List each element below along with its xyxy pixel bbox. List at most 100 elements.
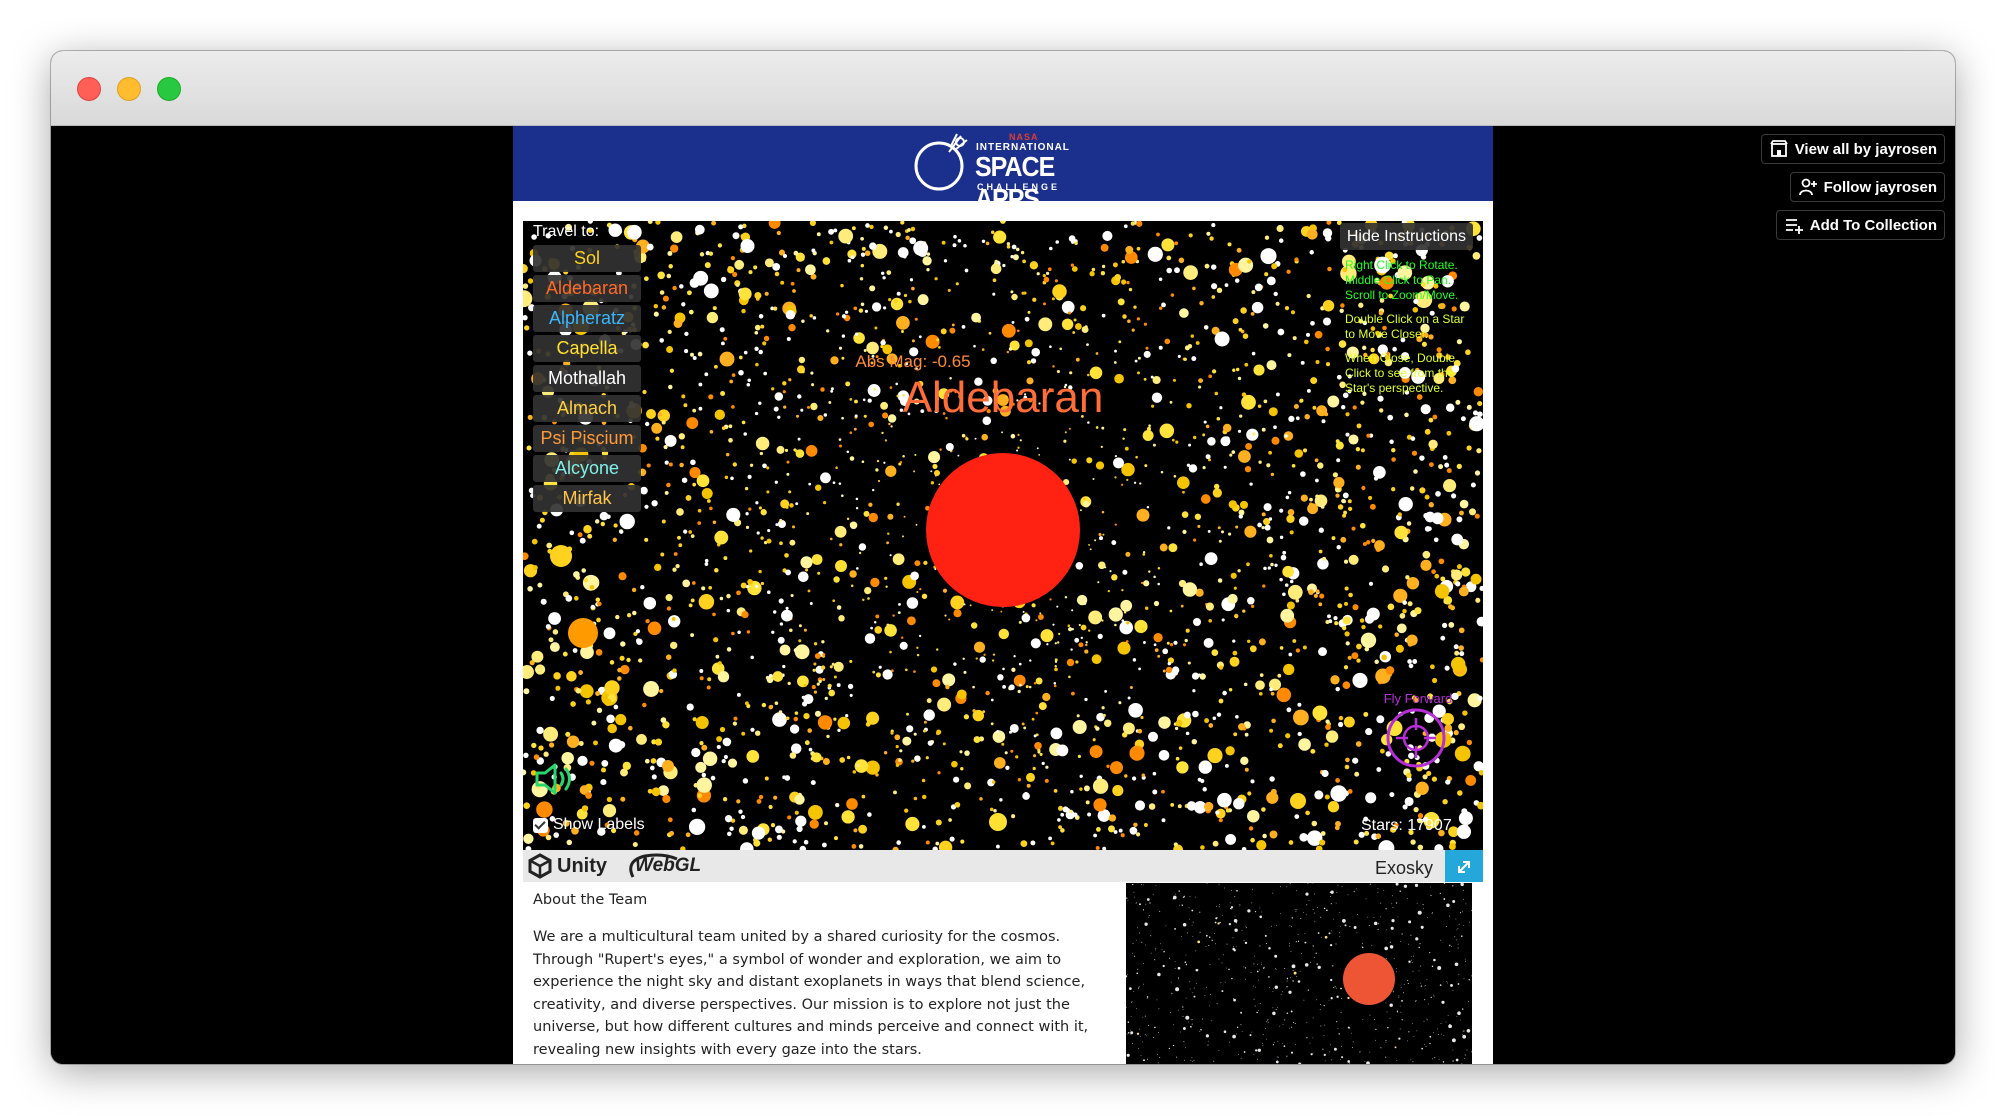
background-star: [606, 714, 615, 724]
thumbnail-star: [1361, 942, 1363, 944]
background-star: [1158, 716, 1171, 729]
background-star: [562, 651, 568, 657]
background-star: [906, 712, 909, 716]
travel-button-mothallah[interactable]: Mothallah: [533, 365, 641, 392]
background-star: [833, 661, 844, 672]
thumbnail-star: [1191, 1023, 1193, 1025]
close-window-button[interactable]: [77, 77, 101, 101]
background-star: [1435, 491, 1441, 497]
minimize-window-button[interactable]: [117, 77, 141, 101]
background-star: [701, 744, 708, 751]
thumbnail-star: [1205, 1034, 1209, 1038]
background-star: [728, 437, 733, 443]
background-star: [1209, 236, 1214, 241]
travel-button-mirfak[interactable]: Mirfak: [533, 485, 641, 512]
background-star: [697, 521, 702, 525]
background-star: [1017, 689, 1021, 694]
thumbnail-star: [1233, 998, 1236, 1002]
background-star: [1182, 643, 1187, 647]
background-star: [979, 797, 983, 801]
fullscreen-button[interactable]: [1445, 850, 1483, 882]
thumbnail-star: [1342, 919, 1346, 923]
hide-instructions-button[interactable]: Hide Instructions: [1339, 223, 1473, 250]
selected-star-aldebaran[interactable]: [926, 453, 1080, 607]
background-star: [835, 803, 840, 807]
travel-button-alpheratz[interactable]: Alpheratz: [533, 305, 641, 332]
thumbnail-star: [1132, 883, 1134, 886]
background-star: [849, 659, 853, 663]
maximize-window-button[interactable]: [157, 77, 181, 101]
background-star: [651, 422, 663, 434]
background-star: [981, 239, 986, 244]
background-star: [1347, 506, 1353, 512]
background-star: [918, 634, 922, 638]
thumbnail-star: [1231, 908, 1233, 910]
background-star: [975, 657, 978, 660]
background-star: [964, 268, 969, 273]
background-star: [688, 309, 694, 315]
background-star: [1002, 263, 1006, 268]
background-star: [1185, 628, 1190, 633]
background-star: [1356, 658, 1361, 663]
background-star: [844, 310, 849, 314]
background-star: [651, 774, 657, 780]
add-to-collection-button[interactable]: Add To Collection: [1775, 210, 1945, 240]
background-star: [858, 543, 867, 551]
fly-forward-crosshair-icon[interactable]: [1385, 707, 1447, 769]
background-star: [1457, 790, 1463, 796]
thumbnail-star: [1135, 903, 1137, 904]
background-star: [1171, 438, 1175, 442]
background-star: [1147, 246, 1163, 262]
background-star: [1434, 573, 1440, 579]
background-star: [1162, 648, 1169, 655]
travel-button-sol[interactable]: Sol: [533, 245, 641, 272]
thumbnail-star: [1213, 1060, 1215, 1062]
travel-button-psi-piscium[interactable]: Psi Piscium: [533, 425, 641, 452]
speaker-icon[interactable]: [533, 761, 579, 797]
background-star: [1225, 746, 1235, 756]
screenshot-thumbnail[interactable]: [1126, 883, 1472, 1064]
thumbnail-star: [1216, 1002, 1218, 1004]
follow-button[interactable]: Follow jayrosen: [1789, 172, 1945, 202]
background-star: [775, 825, 783, 834]
background-star: [1095, 461, 1105, 470]
show-labels-checkbox[interactable]: [533, 817, 548, 833]
thumbnail-star: [1323, 1005, 1325, 1007]
travel-button-almach[interactable]: Almach: [533, 395, 641, 422]
thumbnail-star: [1178, 977, 1180, 979]
background-star: [1407, 659, 1412, 664]
view-all-button[interactable]: View all by jayrosen: [1760, 134, 1945, 164]
travel-button-alcyone[interactable]: Alcyone: [533, 455, 641, 482]
background-star: [1060, 812, 1065, 817]
unity-game-canvas[interactable]: Travel to: Sol Aldebaran Alpheratz Capella M…: [523, 221, 1483, 850]
background-star: [935, 841, 940, 846]
background-star: [938, 840, 953, 850]
background-star: [873, 620, 877, 624]
background-star: [1330, 675, 1340, 685]
thumbnail-starfield: [1126, 883, 1472, 1064]
thumbnail-star: [1191, 909, 1194, 912]
thumbnail-star: [1454, 962, 1459, 967]
travel-button-capella[interactable]: Capella: [533, 335, 641, 362]
background-star: [709, 506, 713, 511]
background-star: [1191, 672, 1200, 680]
background-star: [1402, 608, 1407, 614]
thumbnail-star: [1219, 904, 1221, 905]
travel-button-aldebaran[interactable]: Aldebaran: [533, 275, 641, 302]
thumbnail-star: [1462, 1034, 1467, 1039]
background-star: [885, 465, 897, 477]
background-star: [596, 617, 601, 623]
background-star: [1174, 267, 1180, 274]
thumbnail-star: [1243, 966, 1245, 968]
thumbnail-star: [1127, 900, 1129, 902]
background-star: [1142, 641, 1146, 644]
background-star: [1052, 623, 1055, 626]
background-star: [993, 809, 997, 813]
background-star: [1397, 512, 1402, 517]
thumbnail-star: [1258, 969, 1260, 971]
background-star: [730, 476, 734, 481]
show-labels-toggle[interactable]: Show Labels: [533, 816, 645, 834]
background-star: [659, 688, 664, 694]
background-star: [1258, 691, 1263, 696]
background-star: [850, 584, 854, 588]
